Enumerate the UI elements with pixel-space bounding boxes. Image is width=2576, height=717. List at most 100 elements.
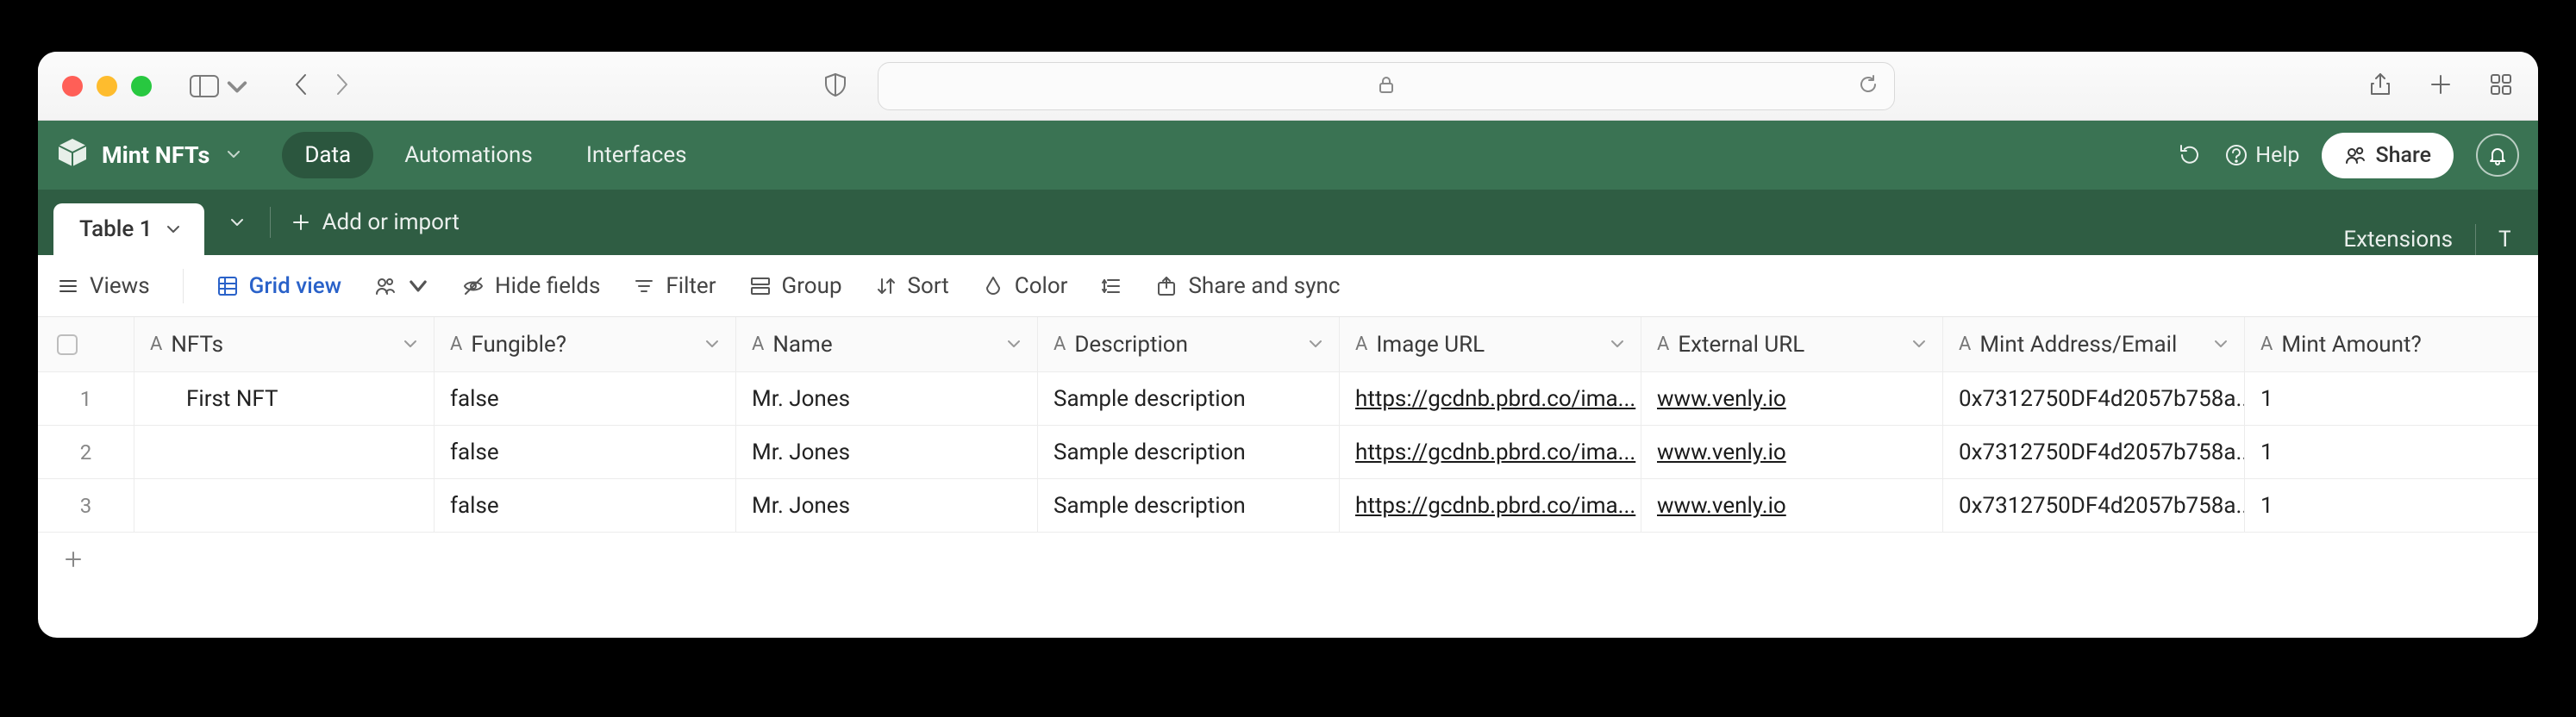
color-label: Color xyxy=(1015,273,1068,299)
forward-button[interactable] xyxy=(333,72,350,101)
tab-interfaces[interactable]: Interfaces xyxy=(564,132,710,178)
cell-image-url[interactable]: https://gcdnb.pbrd.co/ima... xyxy=(1340,479,1641,532)
cell-name[interactable]: Mr. Jones xyxy=(736,426,1038,478)
table-tabs-menu-button[interactable] xyxy=(204,214,270,231)
tab-automations[interactable]: Automations xyxy=(382,132,555,178)
cell-description[interactable]: Sample description xyxy=(1038,372,1340,425)
privacy-shield-icon[interactable] xyxy=(822,72,848,101)
column-header-description[interactable]: A Description xyxy=(1038,317,1340,371)
tools-button-cutoff[interactable]: T xyxy=(2498,227,2510,253)
column-header-name[interactable]: A Name xyxy=(736,317,1038,371)
chevron-down-icon[interactable] xyxy=(1301,332,1323,358)
chevron-down-icon[interactable] xyxy=(396,332,418,358)
cell-mint-amount[interactable]: 1 xyxy=(2245,372,2538,425)
cell-mint-address[interactable]: 0x7312750DF4d2057b758a... xyxy=(1943,479,2245,532)
hide-fields-button[interactable]: Hide fields xyxy=(462,273,600,299)
row-number-cell[interactable]: 2 xyxy=(38,426,134,478)
cell-nfts[interactable]: First NFT xyxy=(134,372,435,425)
cell-fungible[interactable]: false xyxy=(435,479,736,532)
chevron-down-icon[interactable] xyxy=(999,332,1022,358)
traffic-lights xyxy=(62,76,152,97)
window-fullscreen-button[interactable] xyxy=(131,76,152,97)
share-button[interactable]: Share xyxy=(2322,133,2454,178)
chevron-down-icon xyxy=(165,221,182,238)
group-button[interactable]: Group xyxy=(749,273,842,299)
chevron-down-icon[interactable] xyxy=(1603,332,1625,358)
cell-name[interactable]: Mr. Jones xyxy=(736,479,1038,532)
cell-mint-address[interactable]: 0x7312750DF4d2057b758a... xyxy=(1943,372,2245,425)
chevron-down-icon[interactable] xyxy=(1904,332,1927,358)
row-number-cell[interactable]: 3 xyxy=(38,479,134,532)
cell-description[interactable]: Sample description xyxy=(1038,479,1340,532)
window-minimize-button[interactable] xyxy=(97,76,117,97)
column-header-mint-address[interactable]: A Mint Address/Email xyxy=(1943,317,2245,371)
table-row[interactable]: 2 false Mr. Jones Sample description htt… xyxy=(38,426,2538,479)
share-and-sync-button[interactable]: Share and sync xyxy=(1155,273,1340,299)
cell-description[interactable]: Sample description xyxy=(1038,426,1340,478)
cell-name[interactable]: Mr. Jones xyxy=(736,372,1038,425)
column-label: External URL xyxy=(1678,332,1904,358)
cell-fungible[interactable]: false xyxy=(435,372,736,425)
notifications-button[interactable] xyxy=(2476,134,2519,177)
cell-fungible[interactable]: false xyxy=(435,426,736,478)
table-tabs-bar: Table 1 Add or import Extensions T xyxy=(38,190,2538,255)
tab-data[interactable]: Data xyxy=(282,132,373,178)
base-name[interactable]: Mint NFTs xyxy=(102,141,209,169)
back-button[interactable] xyxy=(293,72,310,101)
view-toolbar: Views Grid view Hide fields Filter Gr xyxy=(38,255,2538,317)
cell-image-url[interactable]: https://gcdnb.pbrd.co/ima... xyxy=(1340,426,1641,478)
cell-mint-amount[interactable]: 1 xyxy=(2245,426,2538,478)
cell-image-url[interactable]: https://gcdnb.pbrd.co/ima... xyxy=(1340,372,1641,425)
column-label: Mint Amount? xyxy=(2281,332,2523,358)
cell-nfts[interactable] xyxy=(134,426,435,478)
text-type-icon: A xyxy=(1959,334,1971,355)
cell-external-url[interactable]: www.venly.io xyxy=(1641,372,1943,425)
column-header-nfts[interactable]: A NFTs xyxy=(134,317,435,371)
help-label: Help xyxy=(2255,143,2299,168)
add-or-import-button[interactable]: Add or import xyxy=(271,209,480,235)
filter-button[interactable]: Filter xyxy=(633,273,716,299)
table-tab-active[interactable]: Table 1 xyxy=(53,203,204,255)
table-tabs-right: Extensions T xyxy=(2343,224,2519,255)
browser-nav-buttons xyxy=(293,72,350,101)
view-collaborators-button[interactable] xyxy=(374,275,429,297)
sort-button[interactable]: Sort xyxy=(875,273,949,299)
chevron-down-icon[interactable] xyxy=(2206,332,2229,358)
column-header-image-url[interactable]: A Image URL xyxy=(1340,317,1641,371)
cell-mint-address[interactable]: 0x7312750DF4d2057b758a... xyxy=(1943,426,2245,478)
chevron-down-icon[interactable] xyxy=(697,332,720,358)
row-height-button[interactable] xyxy=(1100,275,1122,297)
table-row[interactable]: 3 false Mr. Jones Sample description htt… xyxy=(38,479,2538,533)
column-header-external-url[interactable]: A External URL xyxy=(1641,317,1943,371)
new-tab-button[interactable] xyxy=(2428,72,2454,101)
cell-external-url[interactable]: www.venly.io xyxy=(1641,426,1943,478)
select-all-cell[interactable] xyxy=(38,317,134,371)
column-header-fungible[interactable]: A Fungible? xyxy=(435,317,736,371)
cell-external-url[interactable]: www.venly.io xyxy=(1641,479,1943,532)
views-button[interactable]: Views xyxy=(57,273,150,299)
tab-overview-button[interactable] xyxy=(2488,72,2514,101)
select-all-checkbox[interactable] xyxy=(57,334,78,355)
app-window: Mint NFTs Data Automations Interfaces He… xyxy=(38,52,2538,638)
cell-mint-amount[interactable]: 1 xyxy=(2245,479,2538,532)
grid-view-button[interactable]: Grid view xyxy=(216,273,341,299)
color-button[interactable]: Color xyxy=(982,273,1068,299)
column-header-mint-amount[interactable]: A Mint Amount? xyxy=(2245,317,2538,371)
address-bar[interactable] xyxy=(878,62,1895,110)
cell-nfts[interactable] xyxy=(134,479,435,532)
sidebar-toggle-button[interactable] xyxy=(190,75,252,97)
base-menu-chevron-icon[interactable] xyxy=(225,141,242,169)
window-close-button[interactable] xyxy=(62,76,83,97)
history-button[interactable] xyxy=(2178,143,2202,167)
help-button[interactable]: Help xyxy=(2224,143,2299,168)
text-type-icon: A xyxy=(450,334,462,355)
extensions-button[interactable]: Extensions xyxy=(2343,227,2453,253)
row-number-cell[interactable]: 1 xyxy=(38,372,134,425)
text-type-icon: A xyxy=(752,334,764,355)
share-icon[interactable] xyxy=(2367,72,2393,101)
views-label: Views xyxy=(90,273,150,299)
reload-button[interactable] xyxy=(1858,74,1879,98)
add-row-button[interactable] xyxy=(38,533,2538,586)
table-row[interactable]: 1 First NFT false Mr. Jones Sample descr… xyxy=(38,372,2538,426)
table-tab-label: Table 1 xyxy=(79,216,153,242)
